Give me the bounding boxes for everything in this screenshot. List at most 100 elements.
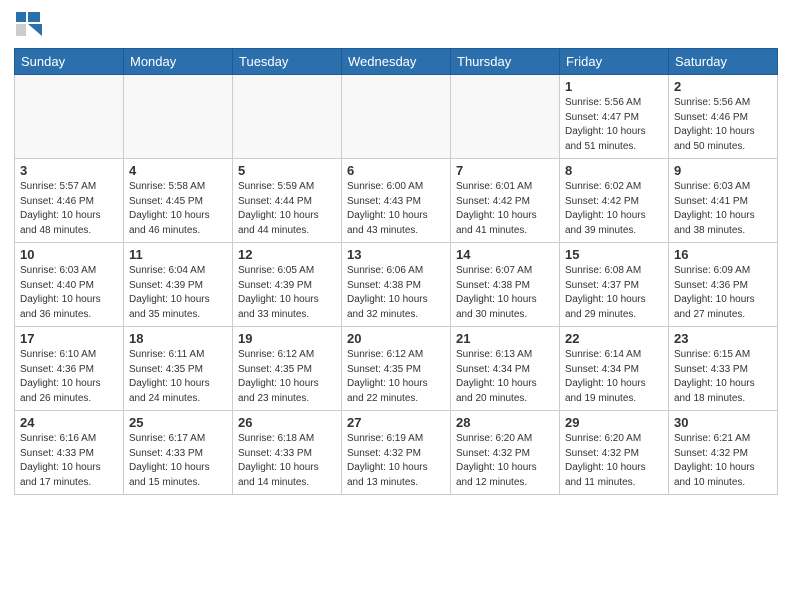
calendar-cell: 30 Sunrise: 6:21 AM Sunset: 4:32 PM Dayli… — [669, 411, 778, 495]
calendar-cell: 3 Sunrise: 5:57 AM Sunset: 4:46 PM Daylig… — [15, 159, 124, 243]
cell-info: Sunrise: 6:21 AM Sunset: 4:32 PM Dayligh… — [674, 432, 772, 490]
cell-info: Sunrise: 6:08 AM Sunset: 4:37 PM Dayligh… — [565, 264, 663, 322]
header — [14, 10, 778, 40]
day-number: 19 — [238, 331, 336, 346]
logo — [14, 10, 44, 40]
cell-info: Sunrise: 5:59 AM Sunset: 4:44 PM Dayligh… — [238, 180, 336, 238]
calendar-cell: 5 Sunrise: 5:59 AM Sunset: 4:44 PM Daylig… — [233, 159, 342, 243]
cell-info: Sunrise: 6:20 AM Sunset: 4:32 PM Dayligh… — [565, 432, 663, 490]
calendar-cell: 25 Sunrise: 6:17 AM Sunset: 4:33 PM Dayli… — [124, 411, 233, 495]
calendar-cell: 13 Sunrise: 6:06 AM Sunset: 4:38 PM Dayli… — [342, 243, 451, 327]
calendar-cell: 6 Sunrise: 6:00 AM Sunset: 4:43 PM Daylig… — [342, 159, 451, 243]
calendar-table: SundayMondayTuesdayWednesdayThursdayFrid… — [14, 48, 778, 495]
cell-info: Sunrise: 6:07 AM Sunset: 4:38 PM Dayligh… — [456, 264, 554, 322]
calendar-cell: 24 Sunrise: 6:16 AM Sunset: 4:33 PM Dayli… — [15, 411, 124, 495]
cell-info: Sunrise: 5:57 AM Sunset: 4:46 PM Dayligh… — [20, 180, 118, 238]
col-header-wednesday: Wednesday — [342, 49, 451, 75]
calendar-cell: 9 Sunrise: 6:03 AM Sunset: 4:41 PM Daylig… — [669, 159, 778, 243]
col-header-tuesday: Tuesday — [233, 49, 342, 75]
day-number: 20 — [347, 331, 445, 346]
day-number: 10 — [20, 247, 118, 262]
calendar-cell: 12Sunrise: 6:05 AM Sunset: 4:39 PM Dayli… — [233, 243, 342, 327]
day-number: 30 — [674, 415, 772, 430]
day-number: 6 — [347, 163, 445, 178]
calendar-header-row: SundayMondayTuesdayWednesdayThursdayFrid… — [15, 49, 778, 75]
day-number: 9 — [674, 163, 772, 178]
cell-info: Sunrise: 6:03 AM Sunset: 4:41 PM Dayligh… — [674, 180, 772, 238]
cell-info: Sunrise: 6:06 AM Sunset: 4:38 PM Dayligh… — [347, 264, 445, 322]
calendar-cell: 28 Sunrise: 6:20 AM Sunset: 4:32 PM Dayli… — [451, 411, 560, 495]
calendar-cell: 29 Sunrise: 6:20 AM Sunset: 4:32 PM Dayli… — [560, 411, 669, 495]
calendar-cell: 4 Sunrise: 5:58 AM Sunset: 4:45 PM Daylig… — [124, 159, 233, 243]
day-number: 24 — [20, 415, 118, 430]
calendar-week-1: 1 Sunrise: 5:56 AM Sunset: 4:47 PM Daylig… — [15, 75, 778, 159]
cell-info: Sunrise: 6:18 AM Sunset: 4:33 PM Dayligh… — [238, 432, 336, 490]
calendar-cell: 14 Sunrise: 6:07 AM Sunset: 4:38 PM Dayli… — [451, 243, 560, 327]
calendar-cell: 18 Sunrise: 6:11 AM Sunset: 4:35 PM Dayli… — [124, 327, 233, 411]
calendar-cell: 23 Sunrise: 6:15 AM Sunset: 4:33 PM Dayli… — [669, 327, 778, 411]
calendar-cell: 8Sunrise: 6:02 AM Sunset: 4:42 PM Daylig… — [560, 159, 669, 243]
calendar-week-4: 17 Sunrise: 6:10 AM Sunset: 4:36 PM Dayli… — [15, 327, 778, 411]
cell-info: Sunrise: 6:16 AM Sunset: 4:33 PM Dayligh… — [20, 432, 118, 490]
calendar-week-5: 24 Sunrise: 6:16 AM Sunset: 4:33 PM Dayli… — [15, 411, 778, 495]
day-number: 17 — [20, 331, 118, 346]
day-number: 15 — [565, 247, 663, 262]
day-number: 11 — [129, 247, 227, 262]
calendar-cell: 15 Sunrise: 6:08 AM Sunset: 4:37 PM Dayli… — [560, 243, 669, 327]
calendar-cell: 7Sunrise: 6:01 AM Sunset: 4:42 PM Daylig… — [451, 159, 560, 243]
cell-info: Sunrise: 5:58 AM Sunset: 4:45 PM Dayligh… — [129, 180, 227, 238]
page: SundayMondayTuesdayWednesdayThursdayFrid… — [0, 0, 792, 505]
day-number: 18 — [129, 331, 227, 346]
cell-info: Sunrise: 6:17 AM Sunset: 4:33 PM Dayligh… — [129, 432, 227, 490]
col-header-sunday: Sunday — [15, 49, 124, 75]
cell-info: Sunrise: 6:14 AM Sunset: 4:34 PM Dayligh… — [565, 348, 663, 406]
cell-info: Sunrise: 6:12 AM Sunset: 4:35 PM Dayligh… — [347, 348, 445, 406]
cell-info: Sunrise: 5:56 AM Sunset: 4:47 PM Dayligh… — [565, 96, 663, 154]
day-number: 28 — [456, 415, 554, 430]
calendar-cell: 26 Sunrise: 6:18 AM Sunset: 4:33 PM Dayli… — [233, 411, 342, 495]
calendar-cell: 1 Sunrise: 5:56 AM Sunset: 4:47 PM Daylig… — [560, 75, 669, 159]
calendar-cell: 17 Sunrise: 6:10 AM Sunset: 4:36 PM Dayli… — [15, 327, 124, 411]
calendar-cell — [451, 75, 560, 159]
day-number: 21 — [456, 331, 554, 346]
day-number: 8 — [565, 163, 663, 178]
cell-info: Sunrise: 6:00 AM Sunset: 4:43 PM Dayligh… — [347, 180, 445, 238]
cell-info: Sunrise: 6:12 AM Sunset: 4:35 PM Dayligh… — [238, 348, 336, 406]
calendar-cell — [342, 75, 451, 159]
cell-info: Sunrise: 6:01 AM Sunset: 4:42 PM Dayligh… — [456, 180, 554, 238]
day-number: 2 — [674, 79, 772, 94]
day-number: 29 — [565, 415, 663, 430]
day-number: 27 — [347, 415, 445, 430]
day-number: 14 — [456, 247, 554, 262]
cell-info: Sunrise: 6:05 AM Sunset: 4:39 PM Dayligh… — [238, 264, 336, 322]
cell-info: Sunrise: 6:11 AM Sunset: 4:35 PM Dayligh… — [129, 348, 227, 406]
calendar-cell: 16Sunrise: 6:09 AM Sunset: 4:36 PM Dayli… — [669, 243, 778, 327]
calendar-week-2: 3 Sunrise: 5:57 AM Sunset: 4:46 PM Daylig… — [15, 159, 778, 243]
day-number: 25 — [129, 415, 227, 430]
calendar-cell — [233, 75, 342, 159]
calendar-cell: 22Sunrise: 6:14 AM Sunset: 4:34 PM Dayli… — [560, 327, 669, 411]
calendar-cell: 27 Sunrise: 6:19 AM Sunset: 4:32 PM Dayli… — [342, 411, 451, 495]
cell-info: Sunrise: 6:19 AM Sunset: 4:32 PM Dayligh… — [347, 432, 445, 490]
calendar-cell: 21Sunrise: 6:13 AM Sunset: 4:34 PM Dayli… — [451, 327, 560, 411]
cell-info: Sunrise: 6:10 AM Sunset: 4:36 PM Dayligh… — [20, 348, 118, 406]
day-number: 1 — [565, 79, 663, 94]
calendar-week-3: 10Sunrise: 6:03 AM Sunset: 4:40 PM Dayli… — [15, 243, 778, 327]
day-number: 4 — [129, 163, 227, 178]
day-number: 13 — [347, 247, 445, 262]
calendar-cell: 2 Sunrise: 5:56 AM Sunset: 4:46 PM Daylig… — [669, 75, 778, 159]
calendar-cell: 19 Sunrise: 6:12 AM Sunset: 4:35 PM Dayli… — [233, 327, 342, 411]
day-number: 26 — [238, 415, 336, 430]
cell-info: Sunrise: 5:56 AM Sunset: 4:46 PM Dayligh… — [674, 96, 772, 154]
calendar-cell: 10Sunrise: 6:03 AM Sunset: 4:40 PM Dayli… — [15, 243, 124, 327]
cell-info: Sunrise: 6:20 AM Sunset: 4:32 PM Dayligh… — [456, 432, 554, 490]
day-number: 23 — [674, 331, 772, 346]
calendar-cell: 20 Sunrise: 6:12 AM Sunset: 4:35 PM Dayli… — [342, 327, 451, 411]
day-number: 3 — [20, 163, 118, 178]
col-header-thursday: Thursday — [451, 49, 560, 75]
logo-icon — [14, 10, 42, 38]
cell-info: Sunrise: 6:04 AM Sunset: 4:39 PM Dayligh… — [129, 264, 227, 322]
col-header-monday: Monday — [124, 49, 233, 75]
cell-info: Sunrise: 6:15 AM Sunset: 4:33 PM Dayligh… — [674, 348, 772, 406]
day-number: 5 — [238, 163, 336, 178]
